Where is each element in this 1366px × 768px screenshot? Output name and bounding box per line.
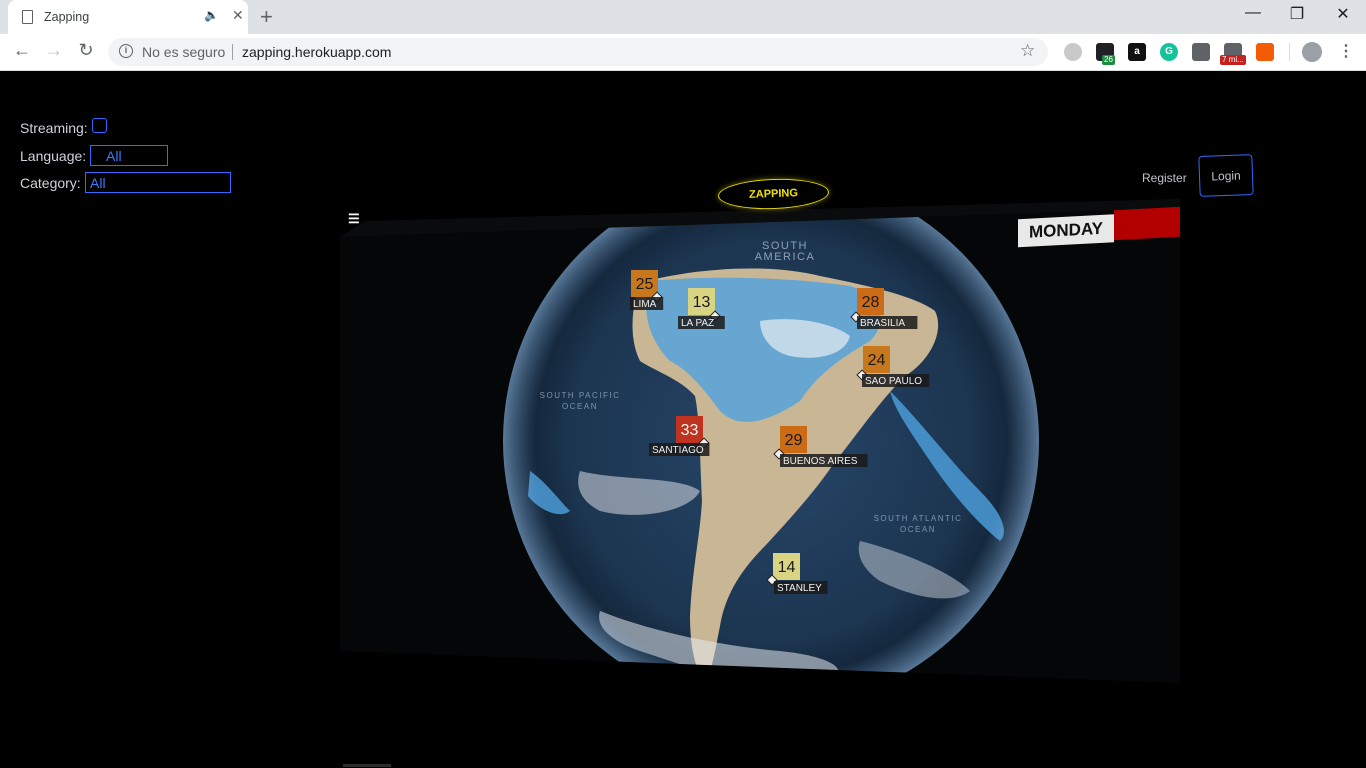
region-label: SOUTH PACIFIC xyxy=(540,391,621,400)
day-label: MONDAY xyxy=(1018,214,1114,248)
extension-badge: 26 xyxy=(1102,55,1115,65)
page-icon xyxy=(22,10,33,24)
day-banner-accent xyxy=(1114,206,1180,241)
minimize-button[interactable]: — xyxy=(1230,4,1276,22)
bookmark-star-icon[interactable]: ☆ xyxy=(1020,41,1035,61)
new-tab-button[interactable]: + xyxy=(260,4,273,30)
browser-tab-strip: Zapping 🔈 ✕ + — ❐ ✕ xyxy=(0,0,1366,34)
tab-close-icon[interactable]: ✕ xyxy=(232,7,244,24)
amazon-extension-icon[interactable]: a xyxy=(1128,43,1146,61)
region-label: OCEAN xyxy=(562,402,598,411)
city-name: BRASILIA xyxy=(860,318,905,329)
register-link[interactable]: Register xyxy=(1142,171,1187,185)
extension-bulb-icon[interactable] xyxy=(1192,43,1210,61)
login-button[interactable]: Login xyxy=(1198,154,1254,197)
city-name: BUENOS AIRES xyxy=(783,456,858,467)
temperature-value: 25 xyxy=(636,276,654,293)
menu-dots-icon[interactable]: ⋮ xyxy=(1338,41,1354,61)
grammarly-extension-icon[interactable]: G xyxy=(1160,43,1178,61)
city-name: SAO PAULO xyxy=(865,376,922,387)
page-content: SOUTH AMERICA SOUTH PACIFIC OCEAN SOUTH ATLA… xyxy=(0,71,1366,768)
divider xyxy=(232,44,233,60)
extension-1-icon[interactable] xyxy=(1064,43,1082,61)
security-label[interactable]: No es seguro xyxy=(142,44,225,60)
streaming-label: Streaming: xyxy=(20,120,88,136)
region-label: SOUTH ATLANTIC xyxy=(874,514,963,523)
speaker-icon[interactable]: 🔈 xyxy=(204,8,219,22)
temperature-value: 14 xyxy=(778,559,796,576)
temperature-value: 13 xyxy=(693,294,711,311)
language-select[interactable]: All xyxy=(90,145,168,166)
browser-toolbar: ← → ↻ i No es seguro zapping.herokuapp.c… xyxy=(0,34,1366,71)
divider xyxy=(1289,43,1290,61)
info-icon[interactable]: i xyxy=(119,44,133,58)
reload-icon[interactable]: ↻ xyxy=(74,40,98,61)
window-close-button[interactable]: ✕ xyxy=(1320,4,1366,24)
extension-badge: 7 mi... xyxy=(1220,55,1246,65)
region-label: AMERICA xyxy=(755,251,816,263)
city-name: STANLEY xyxy=(777,583,822,594)
tab-title: Zapping xyxy=(44,10,90,24)
temperature-value: 28 xyxy=(862,294,880,311)
url-text[interactable]: zapping.herokuapp.com xyxy=(242,44,391,60)
city-name: LIMA xyxy=(633,299,657,310)
avatar[interactable] xyxy=(1302,42,1322,62)
temperature-value: 33 xyxy=(681,422,699,439)
city-name: SANTIAGO xyxy=(652,445,704,456)
category-row: Category: All xyxy=(20,172,231,193)
forward-arrow-icon[interactable]: → xyxy=(42,40,66,61)
category-select[interactable]: All xyxy=(85,172,231,193)
category-label: Category: xyxy=(20,175,81,191)
browser-tab[interactable]: Zapping 🔈 ✕ xyxy=(8,0,248,34)
temperature-value: 24 xyxy=(868,352,886,369)
language-row: Language: All xyxy=(20,145,168,166)
language-label: Language: xyxy=(20,148,87,164)
streaming-row: Streaming: xyxy=(20,118,107,136)
streaming-checkbox[interactable] xyxy=(92,118,107,133)
back-arrow-icon[interactable]: ← xyxy=(10,40,34,61)
temperature-value: 29 xyxy=(785,432,803,449)
city-name: LA PAZ xyxy=(681,318,714,329)
lock-extension-icon[interactable] xyxy=(1256,43,1274,61)
restore-button[interactable]: ❐ xyxy=(1274,4,1320,24)
region-label: OCEAN xyxy=(900,525,936,534)
divider xyxy=(343,764,391,767)
hamburger-menu-icon[interactable]: ☰ xyxy=(348,211,360,227)
address-bar[interactable]: i No es seguro zapping.herokuapp.com ☆ xyxy=(108,38,1048,66)
